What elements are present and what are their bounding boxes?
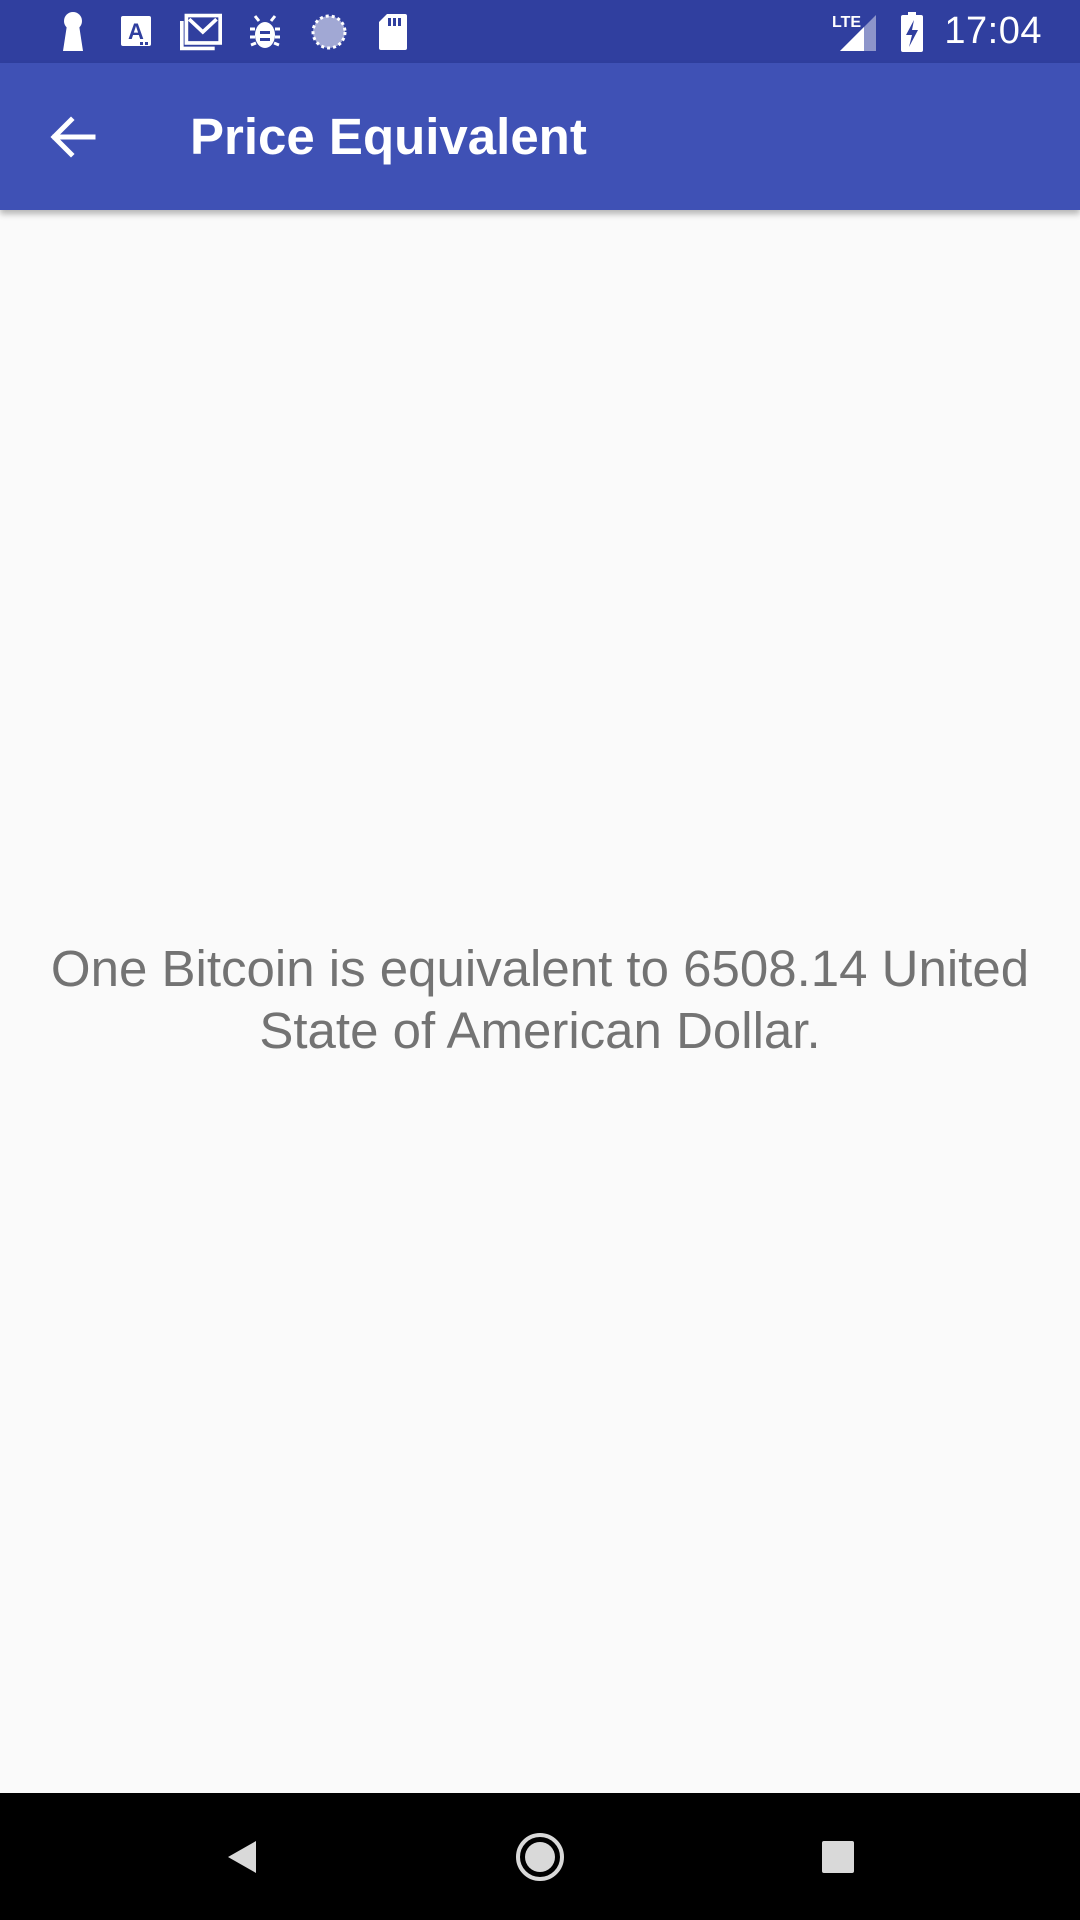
notification-icons: A xyxy=(52,8,414,56)
nav-recents-button[interactable] xyxy=(768,1793,908,1920)
navigation-bar xyxy=(0,1793,1080,1920)
mail-icon xyxy=(180,11,222,53)
battery-charging-icon xyxy=(900,11,924,53)
clock: 17:04 xyxy=(944,10,1042,52)
status-bar: A LTE 17:04 xyxy=(0,0,1080,63)
price-equivalent-text: One Bitcoin is equivalent to 6508.14 Uni… xyxy=(50,940,1030,1059)
page-title: Price Equivalent xyxy=(190,108,587,165)
keyhole-icon xyxy=(52,11,94,53)
arrow-back-icon xyxy=(50,116,96,158)
lte-label: LTE xyxy=(832,14,861,31)
sync-circle-icon xyxy=(308,11,350,53)
lte-signal-icon: LTE xyxy=(830,11,880,53)
back-triangle-icon xyxy=(228,1840,256,1873)
sd-card-icon xyxy=(372,11,414,53)
system-status: LTE 17:04 xyxy=(830,0,1042,63)
home-circle-icon xyxy=(516,1832,564,1881)
app-bar: Price Equivalent xyxy=(0,63,1080,210)
recents-square-icon xyxy=(822,1840,854,1873)
font-a-icon: A xyxy=(116,11,158,53)
nav-home-button[interactable] xyxy=(470,1793,610,1920)
bug-icon xyxy=(244,11,286,53)
main-content: One Bitcoin is equivalent to 6508.14 Uni… xyxy=(0,210,1080,1793)
nav-back-button[interactable] xyxy=(172,1793,312,1920)
svg-text:A: A xyxy=(128,19,144,44)
back-button[interactable] xyxy=(32,100,114,174)
